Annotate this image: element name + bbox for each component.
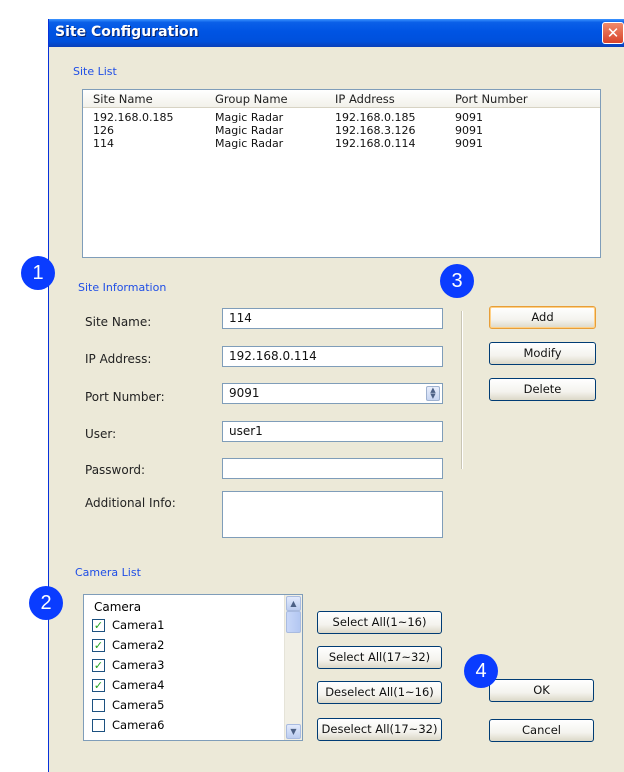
cell-ip-address: 192.168.0.185 bbox=[335, 111, 416, 124]
column-ip-address[interactable]: IP Address bbox=[335, 92, 395, 106]
additional-info-field[interactable] bbox=[222, 491, 443, 538]
port-number-label: Port Number: bbox=[85, 390, 165, 404]
ip-address-label: IP Address: bbox=[85, 352, 152, 366]
site-configuration-dialog: Site Configuration ✕ Site List Site Name… bbox=[48, 19, 624, 772]
password-label: Password: bbox=[85, 463, 146, 477]
column-site-name[interactable]: Site Name bbox=[93, 92, 153, 106]
callout-badge-1: 1 bbox=[21, 256, 55, 290]
spin-arrows-icon[interactable]: ▲ ▼ bbox=[426, 386, 440, 401]
scroll-down-icon[interactable]: ▼ bbox=[286, 724, 301, 739]
cell-port-number: 9091 bbox=[455, 124, 483, 137]
checkbox-checked-icon[interactable]: ✓ bbox=[92, 659, 105, 672]
camera-label: Camera6 bbox=[112, 718, 165, 732]
deselect-all-1-16-button[interactable]: Deselect All(1~16) bbox=[317, 681, 442, 704]
camera-label: Camera4 bbox=[112, 678, 165, 692]
callout-badge-4: 4 bbox=[464, 654, 498, 688]
deselect-all-17-32-button[interactable]: Deselect All(17~32) bbox=[317, 718, 442, 741]
title-bar[interactable]: Site Configuration ✕ bbox=[49, 19, 624, 47]
spin-down-icon[interactable]: ▼ bbox=[427, 393, 439, 400]
camera-list-scrollbar[interactable]: ▲ ▼ bbox=[284, 595, 302, 740]
camera-list-legend: Camera List bbox=[75, 566, 141, 579]
site-list-header: Site Name Group Name IP Address Port Num… bbox=[83, 90, 600, 108]
camera-label: Camera5 bbox=[112, 698, 165, 712]
user-label: User: bbox=[85, 427, 117, 441]
scroll-up-icon[interactable]: ▲ bbox=[286, 596, 301, 611]
cell-site-name: 126 bbox=[93, 124, 114, 137]
camera-label: Camera1 bbox=[112, 618, 165, 632]
scroll-thumb[interactable] bbox=[286, 611, 301, 633]
checkbox-unchecked-icon[interactable] bbox=[92, 699, 105, 712]
vertical-separator bbox=[461, 311, 463, 469]
site-information-legend: Site Information bbox=[78, 281, 167, 294]
cell-site-name: 192.168.0.185 bbox=[93, 111, 174, 124]
cell-group-name: Magic Radar bbox=[215, 124, 284, 137]
cell-site-name: 114 bbox=[93, 137, 114, 150]
delete-button[interactable]: Delete bbox=[489, 378, 596, 401]
cell-ip-address: 192.168.0.114 bbox=[335, 137, 416, 150]
cell-group-name: Magic Radar bbox=[215, 137, 284, 150]
callout-badge-2: 2 bbox=[29, 586, 63, 620]
site-list[interactable]: Site Name Group Name IP Address Port Num… bbox=[82, 89, 601, 258]
select-all-17-32-button[interactable]: Select All(17~32) bbox=[317, 646, 442, 669]
user-field[interactable]: user1 bbox=[222, 421, 443, 442]
ip-address-field[interactable]: 192.168.0.114 bbox=[222, 346, 443, 367]
cancel-button[interactable]: Cancel bbox=[489, 719, 594, 742]
site-name-field[interactable]: 114 bbox=[222, 308, 443, 329]
checkbox-checked-icon[interactable]: ✓ bbox=[92, 619, 105, 632]
add-button[interactable]: Add bbox=[489, 306, 596, 329]
column-group-name[interactable]: Group Name bbox=[215, 92, 288, 106]
password-field[interactable] bbox=[222, 458, 443, 479]
camera-list[interactable]: Camera ✓ Camera1 ✓ Camera2 ✓ Camera3 ✓ C… bbox=[83, 594, 303, 741]
cell-group-name: Magic Radar bbox=[215, 111, 284, 124]
camera-label: Camera2 bbox=[112, 638, 165, 652]
checkbox-unchecked-icon[interactable] bbox=[92, 719, 105, 732]
column-port-number[interactable]: Port Number bbox=[455, 92, 528, 106]
close-icon[interactable]: ✕ bbox=[602, 22, 624, 44]
port-number-stepper[interactable]: 9091 ▲ ▼ bbox=[222, 383, 443, 404]
checkbox-checked-icon[interactable]: ✓ bbox=[92, 679, 105, 692]
dialog-title: Site Configuration bbox=[55, 24, 199, 40]
site-name-label: Site Name: bbox=[85, 315, 152, 329]
ok-button[interactable]: OK bbox=[489, 679, 594, 702]
modify-button[interactable]: Modify bbox=[489, 342, 596, 365]
port-number-value: 9091 bbox=[229, 386, 260, 400]
site-list-legend: Site List bbox=[73, 65, 117, 78]
checkbox-checked-icon[interactable]: ✓ bbox=[92, 639, 105, 652]
cell-port-number: 9091 bbox=[455, 137, 483, 150]
callout-badge-3: 3 bbox=[440, 264, 474, 298]
additional-info-label: Additional Info: bbox=[85, 496, 176, 510]
select-all-1-16-button[interactable]: Select All(1~16) bbox=[317, 611, 442, 634]
cell-ip-address: 192.168.3.126 bbox=[335, 124, 416, 137]
camera-list-header: Camera bbox=[94, 600, 142, 614]
cell-port-number: 9091 bbox=[455, 111, 483, 124]
camera-label: Camera3 bbox=[112, 658, 165, 672]
